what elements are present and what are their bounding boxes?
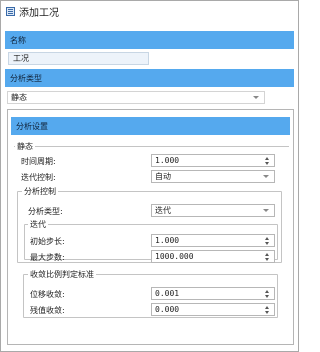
spin-up-icon[interactable] — [265, 290, 269, 293]
analysis-method-value: 迭代 — [155, 206, 171, 215]
spin-up-icon[interactable] — [265, 237, 269, 240]
iteration-control-select[interactable]: 自动 — [151, 170, 275, 183]
residual-spinner[interactable]: 0.000 — [151, 303, 275, 316]
spin-up-icon[interactable] — [265, 253, 269, 256]
analysis-method-select[interactable]: 迭代 — [151, 204, 275, 217]
time-period-spinner[interactable]: 1.000 — [151, 154, 275, 167]
time-period-label: 时间周期: — [21, 157, 56, 166]
iteration-control-label: 迭代控制: — [21, 173, 56, 182]
analysis-type-section-header: 分析类型 — [5, 69, 294, 87]
max-steps-value: 1000.000 — [155, 252, 194, 261]
form-icon — [6, 6, 15, 16]
spin-down-icon[interactable] — [265, 242, 269, 245]
analysis-settings-panel: 分析设置 静态 时间周期: 1.000 迭代控制: 自动 分析控制 分析类型: … — [7, 109, 294, 345]
analysis-type-select-value: 静态 — [11, 93, 27, 102]
name-input[interactable]: 工况 — [8, 52, 149, 65]
iteration-group-title: 迭代 — [28, 219, 48, 230]
time-period-value: 1.000 — [155, 156, 180, 165]
initial-step-value: 1.000 — [155, 236, 180, 245]
static-group-title: 静态 — [15, 141, 35, 152]
analysis-method-label: 分析类型: — [28, 207, 63, 216]
analysis-control-title: 分析控制 — [22, 186, 58, 197]
displacement-value: 0.001 — [155, 289, 180, 298]
max-steps-spinner[interactable]: 1000.000 — [151, 250, 275, 263]
chevron-down-icon — [253, 96, 259, 99]
convergence-group-title: 收敛比例判定标准 — [28, 269, 96, 280]
spin-down-icon[interactable] — [265, 162, 269, 165]
window-title: 添加工况 — [19, 7, 59, 19]
spin-down-icon[interactable] — [265, 258, 269, 261]
title-bar: 添加工况 — [1, 1, 298, 21]
static-divider — [14, 146, 289, 147]
displacement-spinner[interactable]: 0.001 — [151, 287, 275, 300]
spin-up-icon[interactable] — [265, 157, 269, 160]
chevron-down-icon — [263, 209, 269, 212]
iteration-control-value: 自动 — [155, 172, 171, 181]
residual-value: 0.000 — [155, 305, 180, 314]
spin-down-icon[interactable] — [265, 311, 269, 314]
residual-label: 残值收敛: — [30, 306, 65, 315]
initial-step-label: 初始步长: — [30, 237, 65, 246]
displacement-label: 位移收敛: — [30, 290, 65, 299]
analysis-type-select[interactable]: 静态 — [7, 91, 265, 104]
max-steps-label: 最大步数: — [30, 253, 65, 262]
name-section-header: 名称 — [5, 31, 294, 49]
spin-down-icon[interactable] — [265, 295, 269, 298]
add-load-case-dialog: 添加工况 名称 工况 分析类型 静态 分析设置 静态 时间周期: 1.000 迭… — [0, 0, 299, 352]
chevron-down-icon — [263, 175, 269, 178]
initial-step-spinner[interactable]: 1.000 — [151, 234, 275, 247]
spin-up-icon[interactable] — [265, 306, 269, 309]
analysis-settings-header: 分析设置 — [11, 117, 290, 135]
